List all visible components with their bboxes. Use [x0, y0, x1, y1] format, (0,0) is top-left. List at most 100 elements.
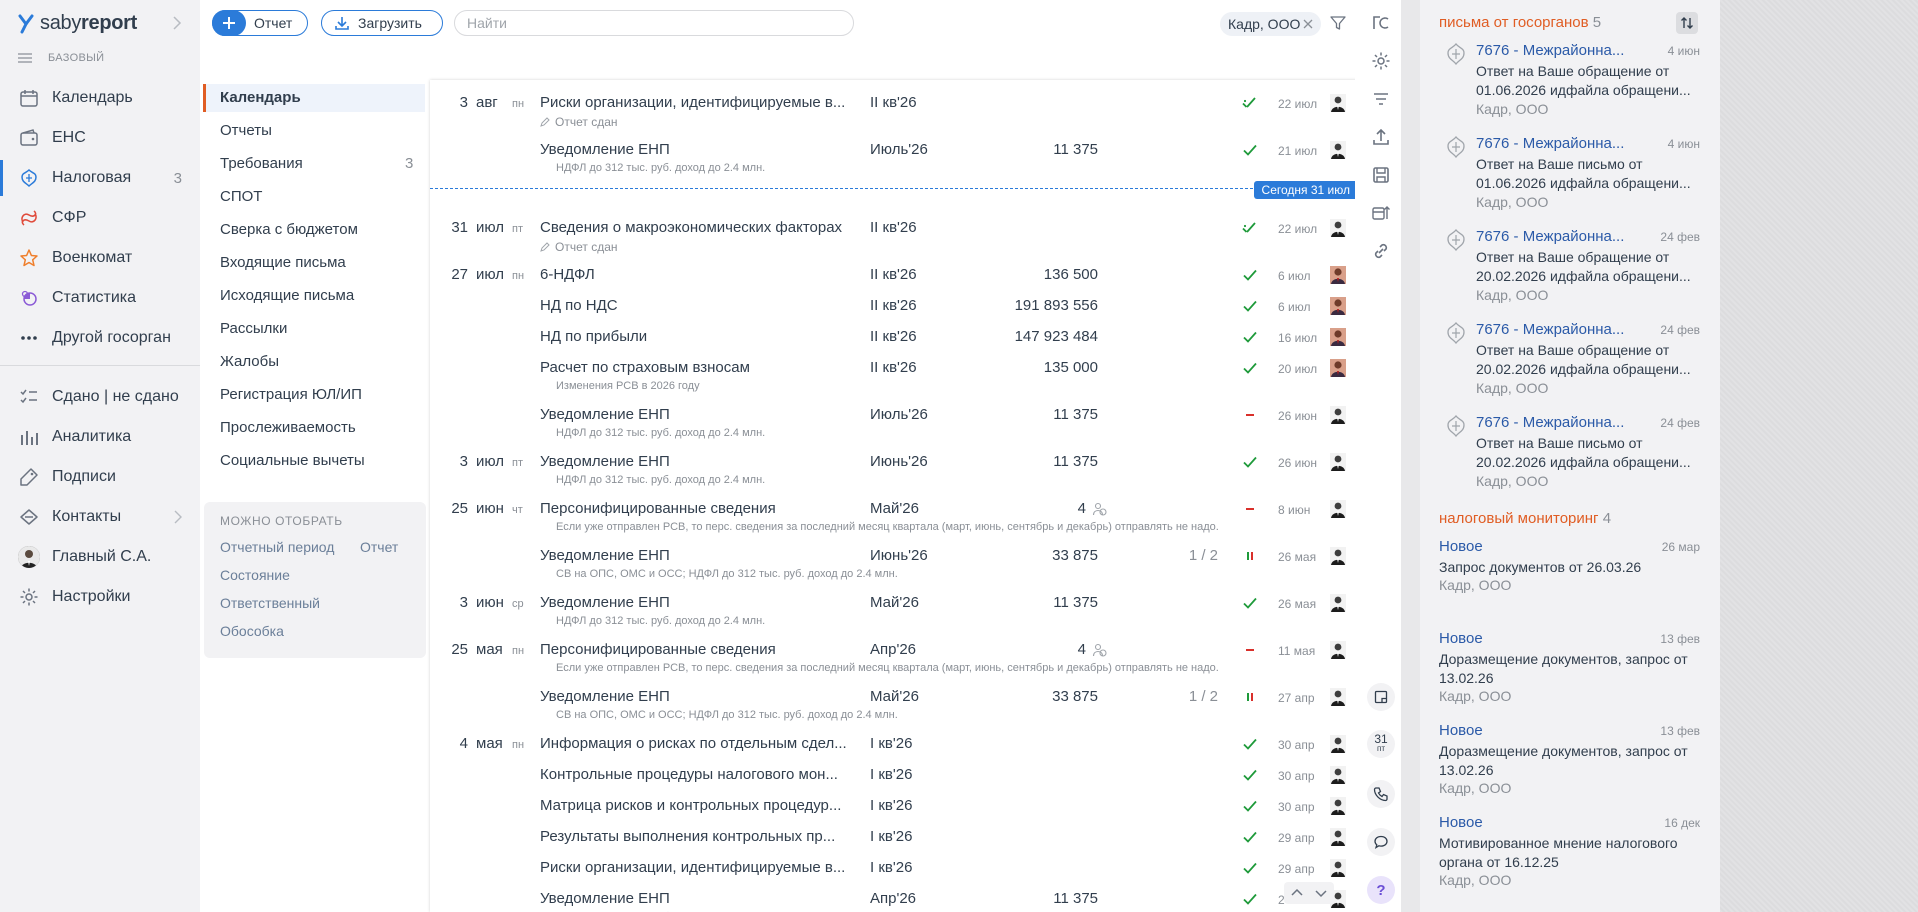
- monitoring-item[interactable]: Новое 16 дек Мотивированное мнение налогов…: [1420, 814, 1720, 898]
- submenu-item-budget-reconciliation[interactable]: Сверка с бюджетом: [220, 221, 358, 238]
- table-row[interactable]: Уведомление ЕНПНДФЛ до 312 тыс. руб. дох…: [430, 406, 1358, 439]
- responsible-avatar[interactable]: [1330, 297, 1346, 315]
- table-row[interactable]: Уведомление ЕНПНДФЛ до 312 тыс. руб. дох…: [430, 890, 1358, 912]
- sort-icon[interactable]: [1676, 12, 1698, 34]
- responsible-avatar[interactable]: [1330, 406, 1346, 424]
- sidebar-item-calendar[interactable]: Календарь: [0, 80, 200, 116]
- table-row[interactable]: Контрольные процедуры налогового мон... I…: [430, 766, 1358, 796]
- phone-icon[interactable]: [1367, 780, 1395, 808]
- chevron-up-icon[interactable]: [1290, 886, 1304, 900]
- sidebar-item-military[interactable]: Военкомат: [0, 240, 200, 276]
- responsible-avatar[interactable]: [1330, 141, 1346, 159]
- filter-period[interactable]: Отчетный период: [220, 539, 334, 555]
- filter-report[interactable]: Отчет: [360, 539, 398, 555]
- letter-item[interactable]: 7676 - Межрайонна... 24 фев Ответ на Ваше …: [1420, 414, 1720, 498]
- menu-section-basic[interactable]: БАЗОВЫЙ: [18, 52, 104, 64]
- submenu-item-complaints[interactable]: Жалобы: [220, 353, 279, 370]
- sidebar-item-sfr[interactable]: СФР: [0, 200, 200, 236]
- sidebar-item-ens[interactable]: ЕНС: [0, 120, 200, 156]
- sidebar-item-statistics[interactable]: Статистика: [0, 280, 200, 316]
- responsible-avatar[interactable]: [1330, 547, 1346, 565]
- sidebar-item-analytics[interactable]: Аналитика: [0, 419, 200, 455]
- responsible-avatar[interactable]: [1330, 828, 1346, 846]
- notes-icon[interactable]: [1367, 683, 1395, 711]
- responsible-avatar[interactable]: [1330, 94, 1346, 112]
- responsible-avatar[interactable]: [1330, 219, 1346, 237]
- calendar-sort-icon[interactable]: [1371, 203, 1391, 223]
- chevron-right-icon[interactable]: [172, 15, 182, 31]
- close-icon[interactable]: [1303, 19, 1313, 29]
- table-row[interactable]: 3 июн ср Уведомление ЕНП НДФЛ до 312 тыс. ру…: [430, 594, 1358, 627]
- responsible-avatar[interactable]: [1330, 735, 1346, 753]
- reporting-logo-icon[interactable]: [1371, 13, 1391, 33]
- letter-item[interactable]: 7676 - Межрайонна... 24 фев Ответ на Ваше …: [1420, 228, 1720, 312]
- filter-icon[interactable]: [1330, 15, 1346, 31]
- submenu-item-mailings[interactable]: Рассылки: [220, 320, 287, 337]
- letter-item[interactable]: 7676 - Межрайонна... 24 фев Ответ на Ваше …: [1420, 321, 1720, 405]
- submenu-item-outgoing-letters[interactable]: Исходящие письма: [220, 287, 354, 304]
- org-filter-chip[interactable]: Кадр, ООО: [1220, 12, 1322, 36]
- responsible-avatar[interactable]: [1330, 500, 1346, 518]
- table-row[interactable]: 3 июл пт Уведомление ЕНП НДФЛ до 312 тыс. ру…: [430, 453, 1358, 486]
- table-row[interactable]: Уведомление ЕНПНДФЛ до 312 тыс. руб. дох…: [430, 141, 1358, 174]
- responsible-avatar[interactable]: [1330, 766, 1346, 784]
- table-row[interactable]: Расчет по страховым взносам Изменения РСВ…: [430, 359, 1358, 392]
- add-report-button[interactable]: Отчет: [212, 10, 308, 36]
- letter-item[interactable]: 7676 - Межрайонна... 4 июн Ответ на Ваше о…: [1420, 42, 1720, 126]
- table-row[interactable]: 27 июл пн 6-НДФЛ II кв'26 136 500 6 июл: [430, 266, 1358, 296]
- submenu-item-registration[interactable]: Регистрация ЮЛ/ИП: [220, 386, 362, 403]
- monitoring-item[interactable]: Новое 26 мар Запрос документов от 26.03.26…: [1420, 538, 1720, 622]
- search-input[interactable]: Найти: [454, 10, 854, 36]
- responsible-avatar[interactable]: [1330, 797, 1346, 815]
- sidebar-item-signatures[interactable]: Подписи: [0, 459, 200, 495]
- sidebar-item-settings[interactable]: Настройки: [0, 579, 200, 615]
- monitoring-title[interactable]: налоговый мониторинг 4: [1439, 510, 1611, 527]
- today-calendar-button[interactable]: 31 пт: [1367, 730, 1395, 758]
- sidebar-item-tax[interactable]: Налоговая 3: [0, 160, 200, 196]
- responsible-avatar[interactable]: [1330, 359, 1346, 377]
- table-row[interactable]: 31 июл пт Сведения о макроэкономических фак…: [430, 219, 1358, 254]
- chevron-down-icon[interactable]: [1314, 886, 1328, 900]
- responsible-avatar[interactable]: [1330, 688, 1346, 706]
- table-row[interactable]: Результаты выполнения контрольных пр... I…: [430, 828, 1358, 858]
- filter-state[interactable]: Состояние: [220, 567, 290, 583]
- app-logo[interactable]: sabyreport: [18, 12, 137, 35]
- table-row[interactable]: 25 июн чт Персонифицированные сведения Если …: [430, 500, 1358, 533]
- table-row[interactable]: 4 мая пн Информация о рисках по отдельным с…: [430, 735, 1358, 765]
- responsible-avatar[interactable]: [1330, 453, 1346, 471]
- table-row[interactable]: Матрица рисков и контрольных процедур...…: [430, 797, 1358, 827]
- submenu-item-reports[interactable]: Отчеты: [220, 122, 272, 139]
- table-row[interactable]: Уведомление ЕНП СВ на ОПС, ОМС и ОСС; НДФ…: [430, 688, 1358, 721]
- letters-title[interactable]: письма от госорганов 5: [1439, 14, 1601, 31]
- filter-responsible[interactable]: Ответственный: [220, 595, 320, 611]
- filter-branch[interactable]: Обособка: [220, 623, 284, 639]
- responsible-avatar[interactable]: [1330, 266, 1346, 284]
- submenu-item-traceability[interactable]: Прослеживаемость: [220, 419, 356, 436]
- export-icon[interactable]: [1371, 127, 1391, 147]
- monitoring-item[interactable]: Новое 13 фев Доразмещение документов, запр…: [1420, 722, 1720, 806]
- submenu-item-social-deductions[interactable]: Социальные вычеты: [220, 452, 365, 469]
- table-row[interactable]: 25 мая пн Персонифицированные сведения Если …: [430, 641, 1358, 674]
- responsible-avatar[interactable]: [1330, 328, 1346, 346]
- table-row[interactable]: НД по НДС II кв'26 191 893 556 6 июл: [430, 297, 1358, 327]
- monitoring-item[interactable]: Новое 13 фев Доразмещение документов, запр…: [1420, 630, 1720, 714]
- submenu-item-calendar[interactable]: Календарь: [220, 89, 301, 106]
- chat-icon[interactable]: [1367, 828, 1395, 856]
- submenu-item-spot[interactable]: СПОТ: [220, 188, 262, 205]
- link-icon[interactable]: [1371, 241, 1391, 261]
- table-row[interactable]: Риски организации, идентифицируемые в...…: [430, 859, 1358, 889]
- table-row[interactable]: Уведомление ЕНП СВ на ОПС, ОМС и ОСС; НДФ…: [430, 547, 1358, 580]
- settings-gear-icon[interactable]: [1371, 51, 1391, 71]
- help-icon[interactable]: ?: [1367, 876, 1395, 904]
- responsible-avatar[interactable]: [1330, 859, 1346, 877]
- responsible-avatar[interactable]: [1330, 641, 1346, 659]
- letter-item[interactable]: 7676 - Межрайонна... 4 июн Ответ на Ваше п…: [1420, 135, 1720, 219]
- list-filter-icon[interactable]: [1371, 89, 1391, 109]
- save-icon[interactable]: [1371, 165, 1391, 185]
- submenu-item-incoming-letters[interactable]: Входящие письма: [220, 254, 346, 271]
- upload-button[interactable]: Загрузить: [321, 10, 443, 36]
- submenu-item-requirements[interactable]: Требования: [220, 155, 303, 172]
- sidebar-item-profile[interactable]: Главный С.А.: [0, 539, 200, 575]
- responsible-avatar[interactable]: [1330, 594, 1346, 612]
- sidebar-item-submitted[interactable]: Сдано | не сдано: [0, 379, 200, 415]
